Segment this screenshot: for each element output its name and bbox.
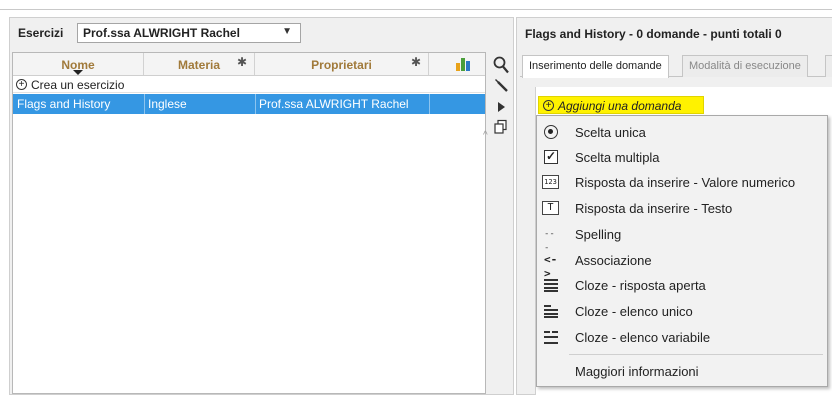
menu-item-cloze-aperta[interactable]: Cloze - risposta aperta xyxy=(537,273,827,298)
add-question-label: Aggiungi una domanda xyxy=(558,99,682,113)
association-icon: <-> xyxy=(544,253,558,280)
exercise-detail-title: Flags and History - 0 domande - punti to… xyxy=(525,27,782,41)
column-header-nome[interactable]: Nome xyxy=(13,53,144,75)
cell-name: Flags and History xyxy=(17,97,111,111)
exercises-label: Esercizi xyxy=(18,26,64,40)
sort-indicator-icon xyxy=(73,70,83,75)
menu-item-valore-numerico[interactable]: 123 Risposta da inserire - Valore numeri… xyxy=(537,170,827,195)
tab-more[interactable]: I xyxy=(825,55,832,77)
detail-tabs: Inserimento delle domande Modalità di es… xyxy=(520,55,832,78)
add-question-button[interactable]: + Aggiungi una domanda xyxy=(538,96,704,114)
search-icon[interactable] xyxy=(492,56,510,74)
side-toolbar xyxy=(488,52,513,172)
cloze-variable-list-icon xyxy=(544,330,558,344)
menu-item-testo[interactable]: T Risposta da inserire - Testo xyxy=(537,196,827,221)
table-row[interactable]: Flags and History Inglese Prof.ssa ALWRI… xyxy=(13,94,485,114)
gear-icon[interactable]: ✱ xyxy=(411,55,421,69)
text-field-icon: T xyxy=(542,201,559,215)
menu-item-associazione[interactable]: <-> Associazione xyxy=(537,248,827,280)
exercises-toolbar: Esercizi Prof.ssa ALWRIGHT Rachel ▼ xyxy=(10,18,513,48)
gear-icon[interactable]: ✱ xyxy=(237,55,247,69)
wrench-icon[interactable] xyxy=(492,77,510,95)
cell-subject: Inglese xyxy=(148,97,187,111)
tab-modalita-esecuzione[interactable]: Modalità di esecuzione xyxy=(682,55,808,77)
cloze-single-list-icon xyxy=(544,304,558,318)
checkbox-icon: ✓ xyxy=(544,149,558,164)
menu-item-scelta-multipla[interactable]: ✓ Scelta multipla xyxy=(537,145,827,170)
question-type-menu: Scelta unica ✓ Scelta multipla 123 Rispo… xyxy=(536,115,828,387)
play-icon[interactable] xyxy=(492,99,510,117)
menu-item-scelta-unica[interactable]: Scelta unica xyxy=(537,120,827,145)
table-header: Nome Materia ✱ Proprietari ✱ xyxy=(13,53,485,76)
menu-item-spelling[interactable]: --- Spelling xyxy=(537,222,827,253)
exercises-table: Nome Materia ✱ Proprietari ✱ + Crea un e… xyxy=(12,52,486,394)
create-exercise-label: Crea un esercizio xyxy=(31,78,125,92)
menu-item-maggiori-informazioni[interactable]: Maggiori informazioni xyxy=(537,359,827,384)
column-divider xyxy=(255,94,256,114)
cloze-open-icon xyxy=(544,278,558,292)
column-header-materia[interactable]: Materia ✱ xyxy=(144,53,255,75)
dropdown-arrow-icon: ▼ xyxy=(282,26,292,37)
scroll-up-icon[interactable]: ^ xyxy=(483,130,488,141)
duplicate-icon[interactable] xyxy=(492,119,510,137)
owner-select[interactable]: Prof.ssa ALWRIGHT Rachel ▼ xyxy=(77,23,301,43)
cell-owner: Prof.ssa ALWRIGHT Rachel xyxy=(259,97,409,111)
column-header-stats[interactable] xyxy=(429,53,486,75)
exercises-pane: Esercizi Prof.ssa ALWRIGHT Rachel ▼ Nome… xyxy=(9,17,514,395)
column-divider xyxy=(429,94,430,114)
column-header-proprietari[interactable]: Proprietari ✱ xyxy=(255,53,429,75)
spelling-icon: --- xyxy=(544,229,555,253)
plus-circle-icon: + xyxy=(16,79,27,90)
create-exercise-row[interactable]: + Crea un esercizio xyxy=(13,76,485,93)
radio-icon xyxy=(544,125,558,139)
column-divider xyxy=(144,94,145,114)
menu-divider xyxy=(569,354,823,355)
owner-select-value: Prof.ssa ALWRIGHT Rachel xyxy=(83,26,240,40)
bar-chart-icon[interactable] xyxy=(456,57,474,71)
menu-item-cloze-elenco-variabile[interactable]: Cloze - elenco variabile xyxy=(537,325,827,350)
numeric-field-icon: 123 xyxy=(542,175,559,189)
plus-circle-icon: + xyxy=(543,100,554,111)
top-divider xyxy=(0,9,832,10)
tab-inserimento-domande[interactable]: Inserimento delle domande xyxy=(522,55,669,78)
menu-item-cloze-elenco-unico[interactable]: Cloze - elenco unico xyxy=(537,299,827,324)
